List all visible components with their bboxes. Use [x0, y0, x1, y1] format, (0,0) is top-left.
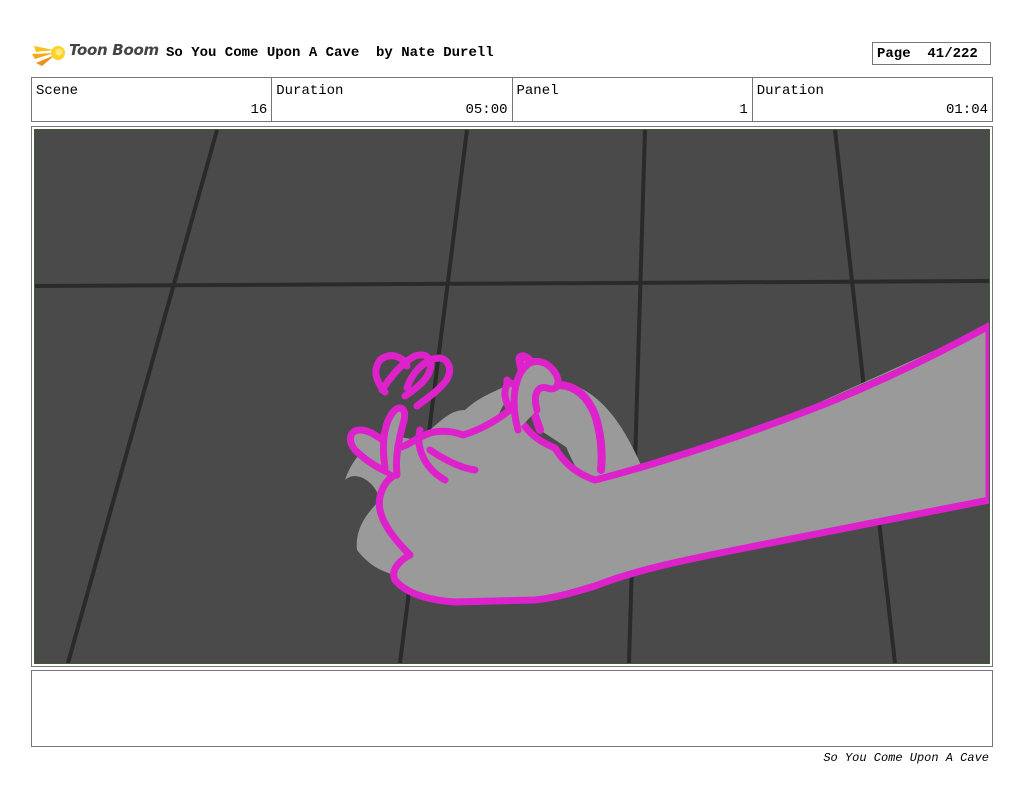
- panel-value: 1: [739, 102, 748, 118]
- footer-title: So You Come Upon A Cave: [823, 751, 989, 765]
- panel-illustration: [35, 130, 989, 663]
- panel-label: Panel: [516, 83, 559, 99]
- storyboard-panel-frame: [31, 126, 993, 667]
- comet-icon: [32, 46, 65, 66]
- scene-cell: Scene 16: [32, 78, 273, 121]
- scene-duration-label: Duration: [276, 83, 344, 99]
- panel-drawing: [34, 129, 990, 664]
- panel-duration-cell: Duration 01:04: [753, 78, 992, 121]
- logo-wordmark: Toon Boom: [69, 41, 159, 59]
- scene-label: Scene: [36, 83, 79, 99]
- panel-duration-label: Duration: [756, 83, 824, 99]
- panel-info-bar: Scene 16 Duration 05:00 Panel 1 Duration…: [31, 77, 993, 122]
- toon-boom-logo: Toon Boom: [32, 38, 160, 70]
- page-number: Page 41/222: [872, 42, 991, 65]
- scene-value: 16: [250, 102, 268, 118]
- panel-cell: Panel 1: [513, 78, 753, 121]
- panel-notes-box: [31, 670, 993, 747]
- scene-duration-value: 05:00: [465, 102, 508, 118]
- scene-duration-cell: Duration 05:00: [272, 78, 513, 121]
- document-title: So You Come Upon A Cave by Nate Durell: [166, 45, 494, 61]
- panel-duration-value: 01:04: [945, 102, 988, 118]
